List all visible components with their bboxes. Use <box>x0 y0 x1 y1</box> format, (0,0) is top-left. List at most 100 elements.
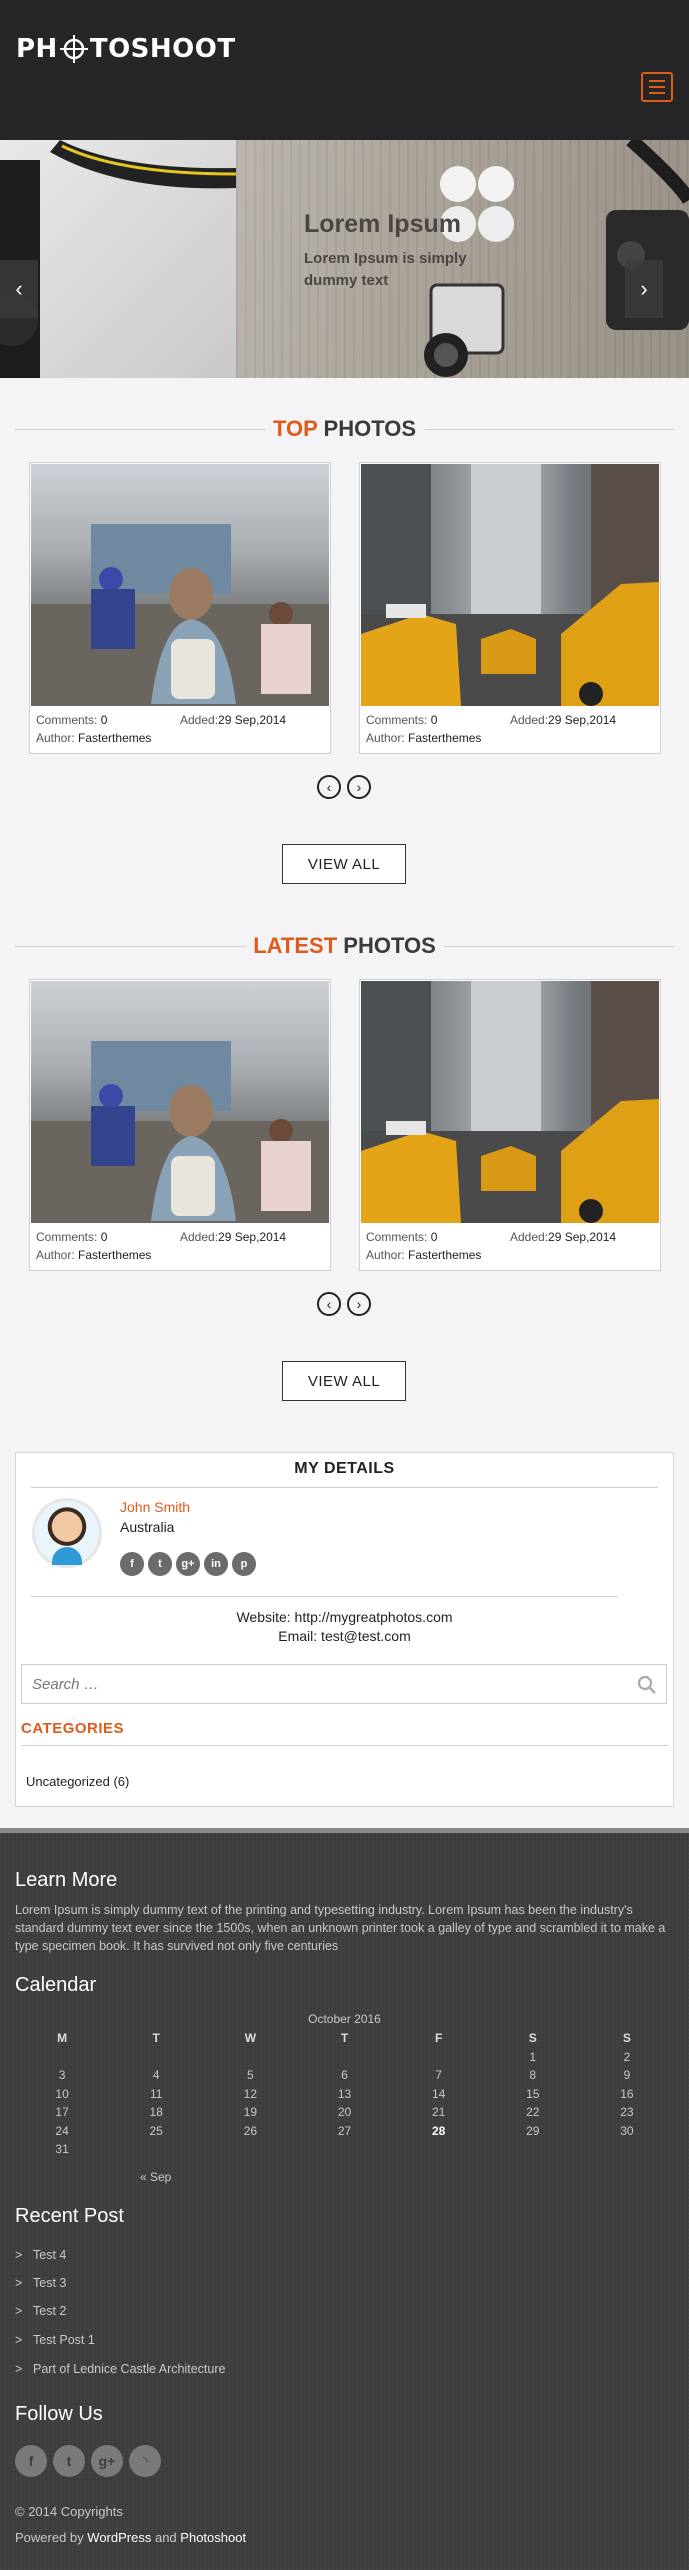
calendar-day-cell: 31 <box>55 2142 69 2157</box>
search-input[interactable] <box>22 1665 622 1703</box>
heading-accent: TOP <box>272 416 318 441</box>
calendar-week-row: 12 <box>15 2048 674 2067</box>
profile-email: Email: test@test.com <box>278 1628 411 1644</box>
calendar-day-cell: 28 <box>431 2123 446 2138</box>
calendar-day-cell: 18 <box>149 2105 163 2120</box>
recent-post-link[interactable]: > Test Post 1 <box>15 2333 95 2347</box>
search-icon[interactable] <box>637 1675 657 1695</box>
photo-card[interactable]: Comments: 0 Added:29 Sep,2014 Author: Fa… <box>29 979 331 1271</box>
chevron-right-icon[interactable]: › <box>625 260 663 318</box>
calendar-caption: October 2016 <box>308 2012 381 2026</box>
calendar-week-row: 3 4 5 6 7 8 9 <box>15 2066 674 2085</box>
latest-photos-pager: ‹ › <box>317 1292 371 1316</box>
photo-card[interactable]: Comments: 0 Added:29 Sep,2014 Author: Fa… <box>29 462 331 754</box>
photo-street-scooters[interactable] <box>31 464 329 706</box>
category-link[interactable]: Uncategorized (6) <box>26 1774 129 1789</box>
calendar-day-cell: 27 <box>337 2123 352 2138</box>
google-plus-icon[interactable]: g+ <box>91 2445 123 2477</box>
profile-name[interactable]: John Smith <box>120 1499 190 1515</box>
google-plus-icon[interactable]: g+ <box>176 1552 200 1576</box>
calendar-day-header: F <box>434 2031 443 2046</box>
photoshoot-link[interactable]: Photoshoot <box>180 2530 246 2545</box>
calendar-day-cell <box>297 2048 391 2067</box>
site-logo[interactable]: PH TOSHOOT <box>16 34 236 64</box>
recent-post-link[interactable]: > Test 2 <box>15 2304 66 2318</box>
recent-post-heading: Recent Post <box>15 2205 124 2227</box>
calendar-day-cell: 23 <box>620 2105 634 2120</box>
calendar-day-cell: 25 <box>149 2123 163 2138</box>
calendar-day-cell <box>203 2048 297 2067</box>
hero-slider: Lorem Ipsum Lorem Ipsum is simply dummy … <box>0 140 689 378</box>
pager-prev-icon[interactable]: ‹ <box>317 775 341 799</box>
calendar-day-cell: 13 <box>337 2086 352 2101</box>
card-author: Author: Fasterthemes <box>366 1248 482 1262</box>
logo-prefix: PH <box>16 34 58 64</box>
card-added: Added:29 Sep,2014 <box>180 713 287 727</box>
calendar-day-cell: 11 <box>149 2086 163 2101</box>
facebook-icon[interactable]: f <box>120 1552 144 1576</box>
recent-post-link[interactable]: > Test 3 <box>15 2276 66 2290</box>
crosshair-icon <box>59 34 89 64</box>
calendar-day-cell: 10 <box>55 2086 69 2101</box>
divider <box>21 1745 668 1746</box>
calendar-day-cell <box>109 2140 203 2159</box>
calendar-day-cell: 14 <box>431 2086 446 2101</box>
calendar-day-cell: 20 <box>337 2105 352 2120</box>
pager-next-icon[interactable]: › <box>347 1292 371 1316</box>
pager-prev-icon[interactable]: ‹ <box>317 1292 341 1316</box>
calendar-day-cell: 17 <box>55 2105 69 2120</box>
facebook-icon[interactable]: f <box>15 2445 47 2477</box>
heading-rest: PHOTOS <box>343 933 436 958</box>
card-author: Author: Fasterthemes <box>36 1248 152 1262</box>
linkedin-icon[interactable]: in <box>204 1552 228 1576</box>
calendar-day-header: S <box>622 2031 631 2046</box>
photo-card[interactable]: Comments: 0 Added:29 Sep,2014 Author: Fa… <box>359 462 661 754</box>
hamburger-icon[interactable] <box>641 72 673 102</box>
top-photos-view-all-button[interactable]: VIEW ALL <box>282 844 406 884</box>
calendar-day-cell: 12 <box>243 2086 258 2101</box>
chevron-right-icon: > <box>15 2333 23 2347</box>
card-added: Added:29 Sep,2014 <box>510 713 617 727</box>
recent-post-link[interactable]: > Part of Lednice Castle Architecture <box>15 2362 225 2376</box>
learn-more-text: Lorem Ipsum is simply dummy text of the … <box>15 1903 666 1953</box>
calendar-day-header: M <box>57 2031 68 2046</box>
calendar-day-header: T <box>152 2031 160 2046</box>
latest-photos-view-all-button[interactable]: VIEW ALL <box>282 1361 406 1401</box>
photo-card[interactable]: Comments: 0 Added:29 Sep,2014 Author: Fa… <box>359 979 661 1271</box>
twitter-icon[interactable]: t <box>53 2445 85 2477</box>
profile-social-links: f t g+ in p <box>120 1552 256 1576</box>
avatar <box>32 1498 102 1568</box>
pager-next-icon[interactable]: › <box>347 775 371 799</box>
calendar-prev-month-link[interactable]: « Sep <box>140 2170 171 2184</box>
twitter-icon[interactable]: t <box>148 1552 172 1576</box>
calendar-day-header: T <box>340 2031 349 2046</box>
calendar-day-cell <box>486 2140 580 2159</box>
chevron-right-icon: > <box>15 2304 23 2318</box>
divider <box>31 1596 618 1597</box>
calendar-day-cell: 6 <box>341 2068 348 2083</box>
calendar-day-cell: 2 <box>623 2049 631 2064</box>
rss-icon[interactable]: ◝ <box>129 2445 161 2477</box>
profile-website: Website: http://mygreatphotos.com <box>236 1609 453 1625</box>
calendar-week-row: 31 <box>15 2140 674 2159</box>
chevron-left-icon[interactable]: ‹ <box>0 260 38 318</box>
calendar-day-cell <box>580 2140 674 2159</box>
copyright-text: © 2014 Copyrights <box>15 2504 123 2519</box>
logo-suffix: TOSHOOT <box>89 34 236 64</box>
photo-new-york-taxis[interactable] <box>361 981 659 1223</box>
card-comments: Comments: 0 <box>36 1230 108 1244</box>
my-details-heading: MY DETAILS <box>294 1460 395 1477</box>
wordpress-link[interactable]: WordPress <box>87 2530 151 2545</box>
calendar-day-cell: 21 <box>431 2105 446 2120</box>
latest-photos-heading: LATEST PHOTOS <box>15 933 674 959</box>
recent-post-link[interactable]: > Test 4 <box>15 2248 66 2262</box>
calendar-day-header: W <box>244 2031 257 2046</box>
photo-new-york-taxis[interactable] <box>361 464 659 706</box>
pinterest-icon[interactable]: p <box>232 1552 256 1576</box>
calendar-day-cell: 5 <box>247 2068 254 2083</box>
powered-by-text: Powered by WordPress and Photoshoot <box>15 2530 247 2545</box>
profile-country: Australia <box>120 1519 175 1535</box>
top-photos-heading: TOP PHOTOS <box>15 416 674 442</box>
card-author: Author: Fasterthemes <box>36 731 152 745</box>
photo-street-scooters[interactable] <box>31 981 329 1223</box>
